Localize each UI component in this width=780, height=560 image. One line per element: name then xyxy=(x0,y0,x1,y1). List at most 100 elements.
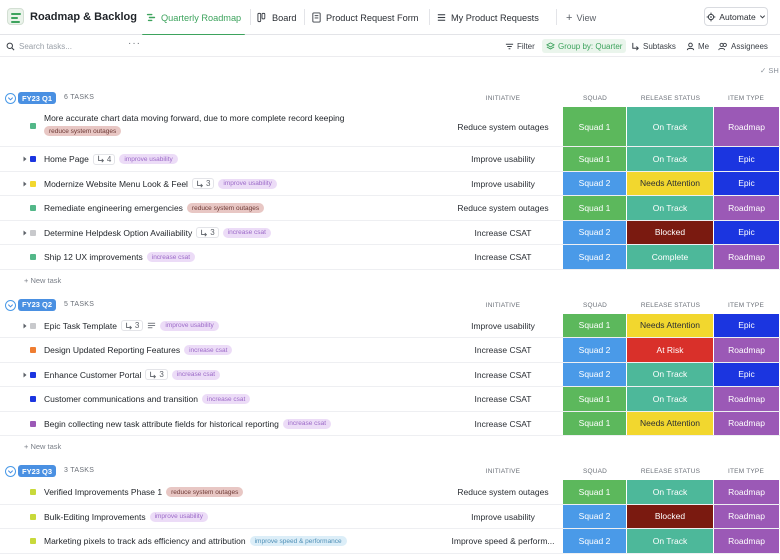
task-row[interactable]: Design Updated Reporting Features increas… xyxy=(0,338,780,363)
task-row[interactable]: Modernize Website Menu Look & Feel 3 impro… xyxy=(0,171,780,196)
squad-cell[interactable]: Squad 2 xyxy=(563,338,627,362)
item-type-cell[interactable]: Roadmap xyxy=(714,107,780,146)
initiative-value[interactable]: Increase CSAT xyxy=(443,419,563,429)
release-status-cell[interactable]: On Track xyxy=(627,387,714,411)
add-view-button[interactable]: + View xyxy=(566,0,596,35)
status-square-icon[interactable] xyxy=(30,396,36,403)
status-square-icon[interactable] xyxy=(30,538,36,545)
task-row[interactable]: Begin collecting new task attribute fiel… xyxy=(0,411,780,436)
status-square-icon[interactable] xyxy=(30,254,36,261)
status-square-icon[interactable] xyxy=(30,180,36,187)
task-name[interactable]: Enhance Customer Portal xyxy=(44,370,141,380)
item-type-cell[interactable]: Epic xyxy=(714,171,780,195)
release-status-cell[interactable]: On Track xyxy=(627,107,714,146)
tab-product-request-form[interactable]: Product Request Form xyxy=(311,0,418,35)
status-square-icon[interactable] xyxy=(30,229,36,236)
status-square-icon[interactable] xyxy=(30,489,36,496)
task-name[interactable]: Epic Task Template xyxy=(44,321,117,331)
automate-button[interactable]: Automate xyxy=(704,7,768,26)
task-row[interactable]: Customer communications and transition in… xyxy=(0,387,780,412)
initiative-value[interactable]: Improve usability xyxy=(443,321,563,331)
task-name[interactable]: Customer communications and transition xyxy=(44,394,198,404)
tag-reduce-system-outages[interactable]: reduce system outages xyxy=(186,203,265,214)
item-type-cell[interactable]: Roadmap xyxy=(714,480,780,504)
subtask-count[interactable]: 3 xyxy=(120,320,144,332)
squad-cell[interactable]: Squad 2 xyxy=(563,171,627,195)
squad-cell[interactable]: Squad 2 xyxy=(563,220,627,244)
squad-cell[interactable]: Squad 2 xyxy=(563,529,627,553)
status-square-icon[interactable] xyxy=(30,156,36,163)
item-type-cell[interactable]: Epic xyxy=(714,147,780,171)
task-name[interactable]: Ship 12 UX improvements xyxy=(44,252,143,262)
assignees-button[interactable]: Assignees xyxy=(718,39,768,53)
tag-increase-csat[interactable]: increase csat xyxy=(171,369,221,380)
release-status-cell[interactable]: Needs Attention xyxy=(627,411,714,435)
task-row[interactable]: Verified Improvements Phase 1 reduce syst… xyxy=(0,480,780,505)
status-square-icon[interactable] xyxy=(30,347,36,354)
release-status-cell[interactable]: Blocked xyxy=(627,220,714,244)
task-name[interactable]: Design Updated Reporting Features xyxy=(44,345,180,355)
initiative-value[interactable]: Increase CSAT xyxy=(443,252,563,262)
release-status-cell[interactable]: On Track xyxy=(627,362,714,386)
squad-cell[interactable]: Squad 1 xyxy=(563,196,627,220)
task-name[interactable]: Determine Helpdesk Option Availiability xyxy=(44,228,192,238)
task-row[interactable]: Marketing pixels to track ads efficiency… xyxy=(0,529,780,554)
new-task-button[interactable]: + New task xyxy=(24,442,61,451)
item-type-cell[interactable]: Roadmap xyxy=(714,245,780,269)
task-row[interactable]: Determine Helpdesk Option Availiability 3… xyxy=(0,220,780,245)
chevron-right-icon[interactable] xyxy=(21,229,29,237)
subtask-count[interactable]: 3 xyxy=(191,178,215,190)
item-type-cell[interactable]: Roadmap xyxy=(714,196,780,220)
release-status-cell[interactable]: On Track xyxy=(627,480,714,504)
item-type-cell[interactable]: Epic xyxy=(714,220,780,244)
task-name[interactable]: More accurate chart data moving forward,… xyxy=(44,113,344,123)
squad-cell[interactable]: Squad 2 xyxy=(563,245,627,269)
task-row[interactable]: Ship 12 UX improvements increase csat Incr… xyxy=(0,245,780,270)
collapse-group-button[interactable] xyxy=(5,93,16,104)
item-type-cell[interactable]: Roadmap xyxy=(714,504,780,528)
squad-cell[interactable]: Squad 2 xyxy=(563,362,627,386)
group-by-button[interactable]: Group by: Quarter xyxy=(542,39,627,53)
chevron-right-icon[interactable] xyxy=(21,155,29,163)
tag-reduce-system-outages[interactable]: reduce system outages xyxy=(166,487,244,498)
initiative-value[interactable]: Increase CSAT xyxy=(443,345,563,355)
tag-improve-usability[interactable]: improve usability xyxy=(218,178,277,189)
task-row[interactable]: Home Page 4 improve usability Improve usabi… xyxy=(0,147,780,172)
more-options-icon[interactable]: ··· xyxy=(128,38,141,49)
initiative-value[interactable]: Reduce system outages xyxy=(443,487,563,497)
chevron-right-icon[interactable] xyxy=(21,180,29,188)
tag-reduce-system-outages[interactable]: reduce system outages xyxy=(44,126,122,136)
task-row[interactable]: Bulk-Editing Improvements improve usabili… xyxy=(0,504,780,529)
initiative-value[interactable]: Improve usability xyxy=(443,179,563,189)
task-name[interactable]: Remediate engineering emergencies xyxy=(44,203,183,213)
task-name[interactable]: Verified Improvements Phase 1 xyxy=(44,487,162,497)
release-status-cell[interactable]: Needs Attention xyxy=(627,171,714,195)
status-square-icon[interactable] xyxy=(30,123,36,129)
tag-improve-usability[interactable]: improve usability xyxy=(149,511,208,522)
item-type-cell[interactable]: Roadmap xyxy=(714,529,780,553)
initiative-value[interactable]: Increase CSAT xyxy=(443,228,563,238)
initiative-value[interactable]: Increase CSAT xyxy=(443,394,563,404)
task-row[interactable]: Remediate engineering emergencies reduce … xyxy=(0,196,780,221)
release-status-cell[interactable]: On Track xyxy=(627,529,714,553)
status-square-icon[interactable] xyxy=(30,371,36,378)
release-status-cell[interactable]: Complete xyxy=(627,245,714,269)
squad-cell[interactable]: Squad 1 xyxy=(563,147,627,171)
task-row[interactable]: Enhance Customer Portal 3 increase csat Inc… xyxy=(0,362,780,387)
squad-cell[interactable]: Squad 1 xyxy=(563,411,627,435)
squad-cell[interactable]: Squad 1 xyxy=(563,387,627,411)
task-name[interactable]: Begin collecting new task attribute fiel… xyxy=(44,419,279,429)
tag-increase-csat[interactable]: increase csat xyxy=(202,394,251,405)
release-status-cell[interactable]: Blocked xyxy=(627,504,714,528)
me-filter-button[interactable]: Me xyxy=(686,39,709,53)
initiative-value[interactable]: Improve usability xyxy=(443,154,563,164)
initiative-value[interactable]: Increase CSAT xyxy=(443,370,563,380)
task-name[interactable]: Bulk-Editing Improvements xyxy=(44,512,146,522)
item-type-cell[interactable]: Epic xyxy=(714,313,780,337)
squad-cell[interactable]: Squad 1 xyxy=(563,313,627,337)
tag-improve-usability[interactable]: improve usability xyxy=(160,320,219,331)
release-status-cell[interactable]: Needs Attention xyxy=(627,313,714,337)
subtask-count[interactable]: 4 xyxy=(92,153,116,165)
item-type-cell[interactable]: Roadmap xyxy=(714,411,780,435)
status-square-icon[interactable] xyxy=(30,513,36,520)
